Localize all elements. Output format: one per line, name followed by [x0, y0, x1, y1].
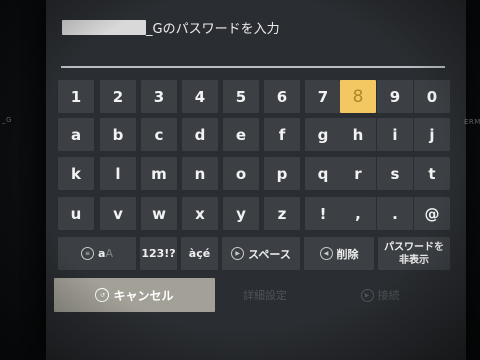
- key-l[interactable]: l: [100, 157, 136, 190]
- key-x[interactable]: x: [182, 197, 218, 230]
- redacted-network-name: [62, 19, 146, 35]
- key-b[interactable]: b: [100, 118, 136, 151]
- hide-password-label: パスワードを非表示: [384, 241, 444, 266]
- key-t[interactable]: t: [414, 157, 450, 190]
- delete-key[interactable]: ◀ 削除: [304, 237, 374, 270]
- key-m[interactable]: m: [141, 157, 177, 190]
- key-e[interactable]: e: [223, 118, 259, 151]
- hide-password-key[interactable]: パスワードを非表示: [378, 237, 450, 270]
- key-k[interactable]: k: [58, 157, 94, 190]
- case-big-label: A: [105, 247, 113, 260]
- key-z[interactable]: z: [264, 197, 300, 230]
- key-a[interactable]: a: [58, 118, 94, 151]
- key-period[interactable]: .: [377, 197, 413, 230]
- dialog-title-text: _Gのパスワードを入力: [146, 21, 280, 37]
- key-n[interactable]: n: [182, 157, 218, 190]
- key-3[interactable]: 3: [141, 80, 177, 113]
- rewind-icon: ◀: [319, 247, 333, 260]
- case-small-label: a: [98, 247, 106, 260]
- key-o[interactable]: o: [223, 157, 259, 190]
- delete-label: 削除: [336, 247, 359, 261]
- advanced-settings-button[interactable]: 詳細設定: [221, 278, 309, 312]
- background-side-label: ERMI: [464, 118, 480, 126]
- key-r[interactable]: r: [340, 157, 376, 190]
- space-key[interactable]: ▶ スペース: [222, 237, 300, 270]
- space-label: スペース: [248, 247, 291, 261]
- key-w[interactable]: w: [141, 197, 177, 230]
- key-6[interactable]: 6: [264, 80, 300, 113]
- connect-label: 接続: [377, 289, 400, 302]
- key-comma[interactable]: ,: [340, 197, 376, 230]
- key-g[interactable]: g: [305, 118, 341, 151]
- key-q[interactable]: q: [305, 157, 341, 190]
- play-pause-icon: ▶: [360, 288, 374, 302]
- password-input[interactable]: [61, 40, 445, 68]
- connect-button[interactable]: ▶ 接続: [335, 278, 425, 312]
- key-at[interactable]: @: [414, 197, 450, 230]
- cancel-button[interactable]: ↺ キャンセル: [54, 278, 215, 312]
- key-5[interactable]: 5: [223, 80, 259, 113]
- key-7[interactable]: 7: [305, 80, 341, 113]
- key-1[interactable]: 1: [58, 80, 94, 113]
- key-bang[interactable]: !: [305, 197, 341, 230]
- key-s[interactable]: s: [377, 157, 413, 190]
- key-u[interactable]: u: [58, 197, 94, 230]
- key-9[interactable]: 9: [377, 80, 413, 113]
- menu-button-icon: ≡: [81, 247, 95, 260]
- key-v[interactable]: v: [100, 197, 136, 230]
- key-y[interactable]: y: [223, 197, 259, 230]
- case-toggle-key[interactable]: ≡ aA: [58, 237, 136, 270]
- key-4[interactable]: 4: [182, 80, 218, 113]
- key-c[interactable]: c: [141, 118, 177, 151]
- dialog-title: _Gのパスワードを入力: [62, 16, 280, 38]
- key-2[interactable]: 2: [100, 80, 136, 113]
- background-network-label: _G: [2, 116, 12, 124]
- key-8[interactable]: 8: [340, 80, 376, 113]
- key-i[interactable]: i: [377, 118, 413, 151]
- key-h[interactable]: h: [340, 118, 376, 151]
- key-d[interactable]: d: [182, 118, 218, 151]
- cancel-label: キャンセル: [113, 288, 174, 303]
- play-pause-icon: ▶: [231, 247, 245, 260]
- back-icon: ↺: [95, 288, 110, 302]
- accents-key[interactable]: àçé: [181, 237, 218, 270]
- key-0[interactable]: 0: [414, 80, 450, 113]
- key-p[interactable]: p: [264, 157, 300, 190]
- key-j[interactable]: j: [414, 118, 450, 151]
- key-f[interactable]: f: [264, 118, 300, 151]
- symbols-key[interactable]: 123!?: [140, 237, 177, 270]
